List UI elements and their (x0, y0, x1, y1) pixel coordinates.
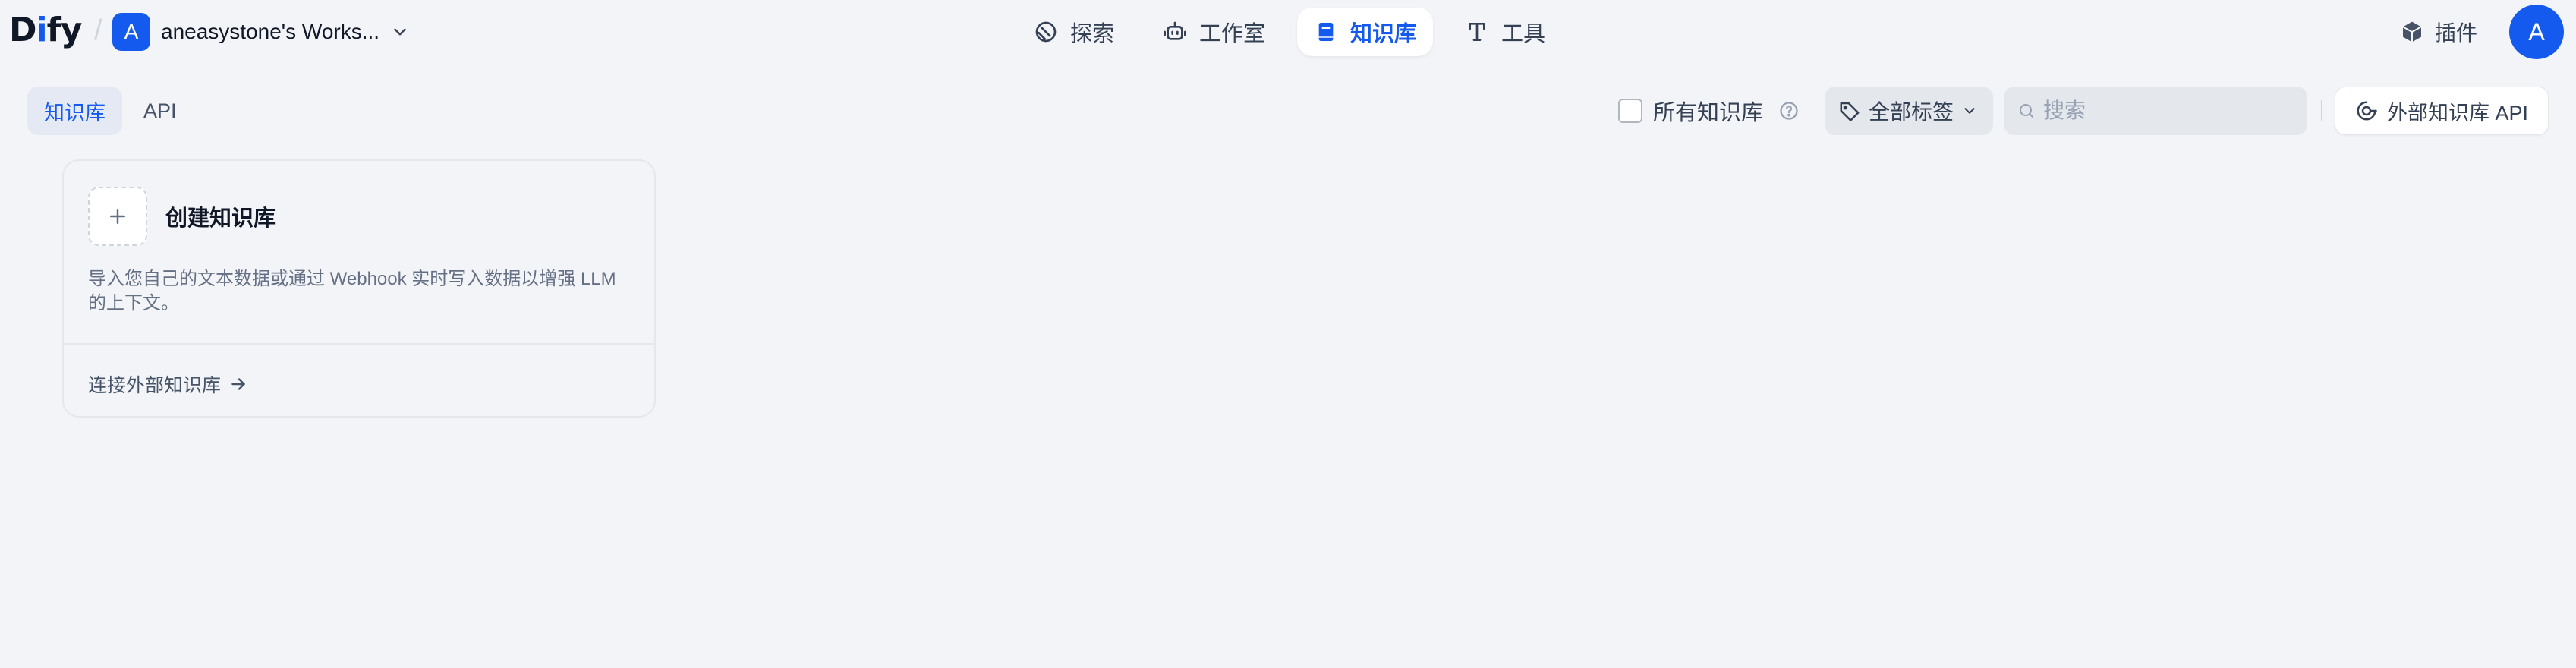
top-header: Dify / A aneasystone's Works... 探索 工作室 知… (0, 0, 2576, 64)
main-nav: 探索 工作室 知识库 工具 (1017, 8, 1562, 56)
plugins-button[interactable]: 插件 (2400, 14, 2477, 50)
plus-icon (110, 209, 125, 224)
nav-tools[interactable]: 工具 (1448, 8, 1562, 56)
all-datasets-checkbox[interactable] (1618, 99, 1642, 123)
user-avatar[interactable]: A (2509, 5, 2564, 59)
book-icon (1318, 23, 1334, 41)
plus-box (88, 187, 147, 246)
workspace-name: aneasystone's Works... (161, 20, 380, 43)
toolbar-divider (2321, 100, 2322, 121)
tag-filter-label: 全部标签 (1869, 100, 1954, 124)
nav-studio[interactable]: 工作室 (1146, 8, 1282, 56)
search-icon (2020, 104, 2033, 118)
search-box (2004, 87, 2307, 135)
dify-logo[interactable]: Dify (9, 9, 82, 52)
nav-knowledge[interactable]: 知识库 (1297, 8, 1434, 56)
chevron-down-icon (394, 28, 406, 36)
tool-icon (1469, 23, 1485, 41)
create-knowledge-description: 导入您自己的文本数据或通过 Webhook 实时写入数据以增强 LLM 的上下文… (88, 269, 616, 314)
create-knowledge-card: 创建知识库 导入您自己的文本数据或通过 Webhook 实时写入数据以增强 LL… (62, 159, 656, 417)
external-api-button[interactable]: 外部知识库 API (2335, 87, 2549, 135)
nav-explore[interactable]: 探索 (1017, 8, 1131, 56)
all-datasets-label: 所有知识库 (1653, 101, 1764, 125)
workspace-avatar: A (112, 13, 150, 51)
create-knowledge-button[interactable]: 创建知识库 (88, 187, 276, 246)
nav-tools-label: 工具 (1501, 22, 1546, 46)
nav-explore-label: 探索 (1070, 22, 1115, 46)
nav-knowledge-label: 知识库 (1350, 22, 1417, 46)
arrow-right-icon (231, 378, 245, 390)
card-divider (64, 343, 654, 345)
external-api-label: 外部知识库 API (2386, 101, 2529, 124)
all-datasets-toggle[interactable]: 所有知识库 (1618, 96, 1800, 126)
api-connection-icon (2357, 101, 2377, 121)
chevron-down-icon (1964, 108, 1975, 114)
robot-icon (1164, 21, 1186, 40)
connect-external-knowledge-link[interactable]: 连接外部知识库 (88, 370, 248, 398)
explore-icon (1035, 21, 1057, 43)
create-knowledge-title: 创建知识库 (165, 206, 276, 231)
connect-external-label: 连接外部知识库 (88, 375, 222, 396)
plugins-label: 插件 (2435, 21, 2478, 45)
tag-icon (1840, 102, 1860, 121)
nav-studio-label: 工作室 (1199, 22, 1266, 46)
dataset-toolbar: 所有知识库 全部标签 外部知识库 API (0, 85, 2576, 137)
search-input[interactable] (2043, 99, 2294, 123)
help-circle-icon[interactable] (1778, 100, 1800, 121)
tag-filter-select[interactable]: 全部标签 (1825, 87, 1993, 135)
workspace-switcher[interactable]: A aneasystone's Works... (112, 12, 410, 52)
cube-icon (2402, 21, 2422, 43)
header-divider: / (94, 14, 102, 46)
